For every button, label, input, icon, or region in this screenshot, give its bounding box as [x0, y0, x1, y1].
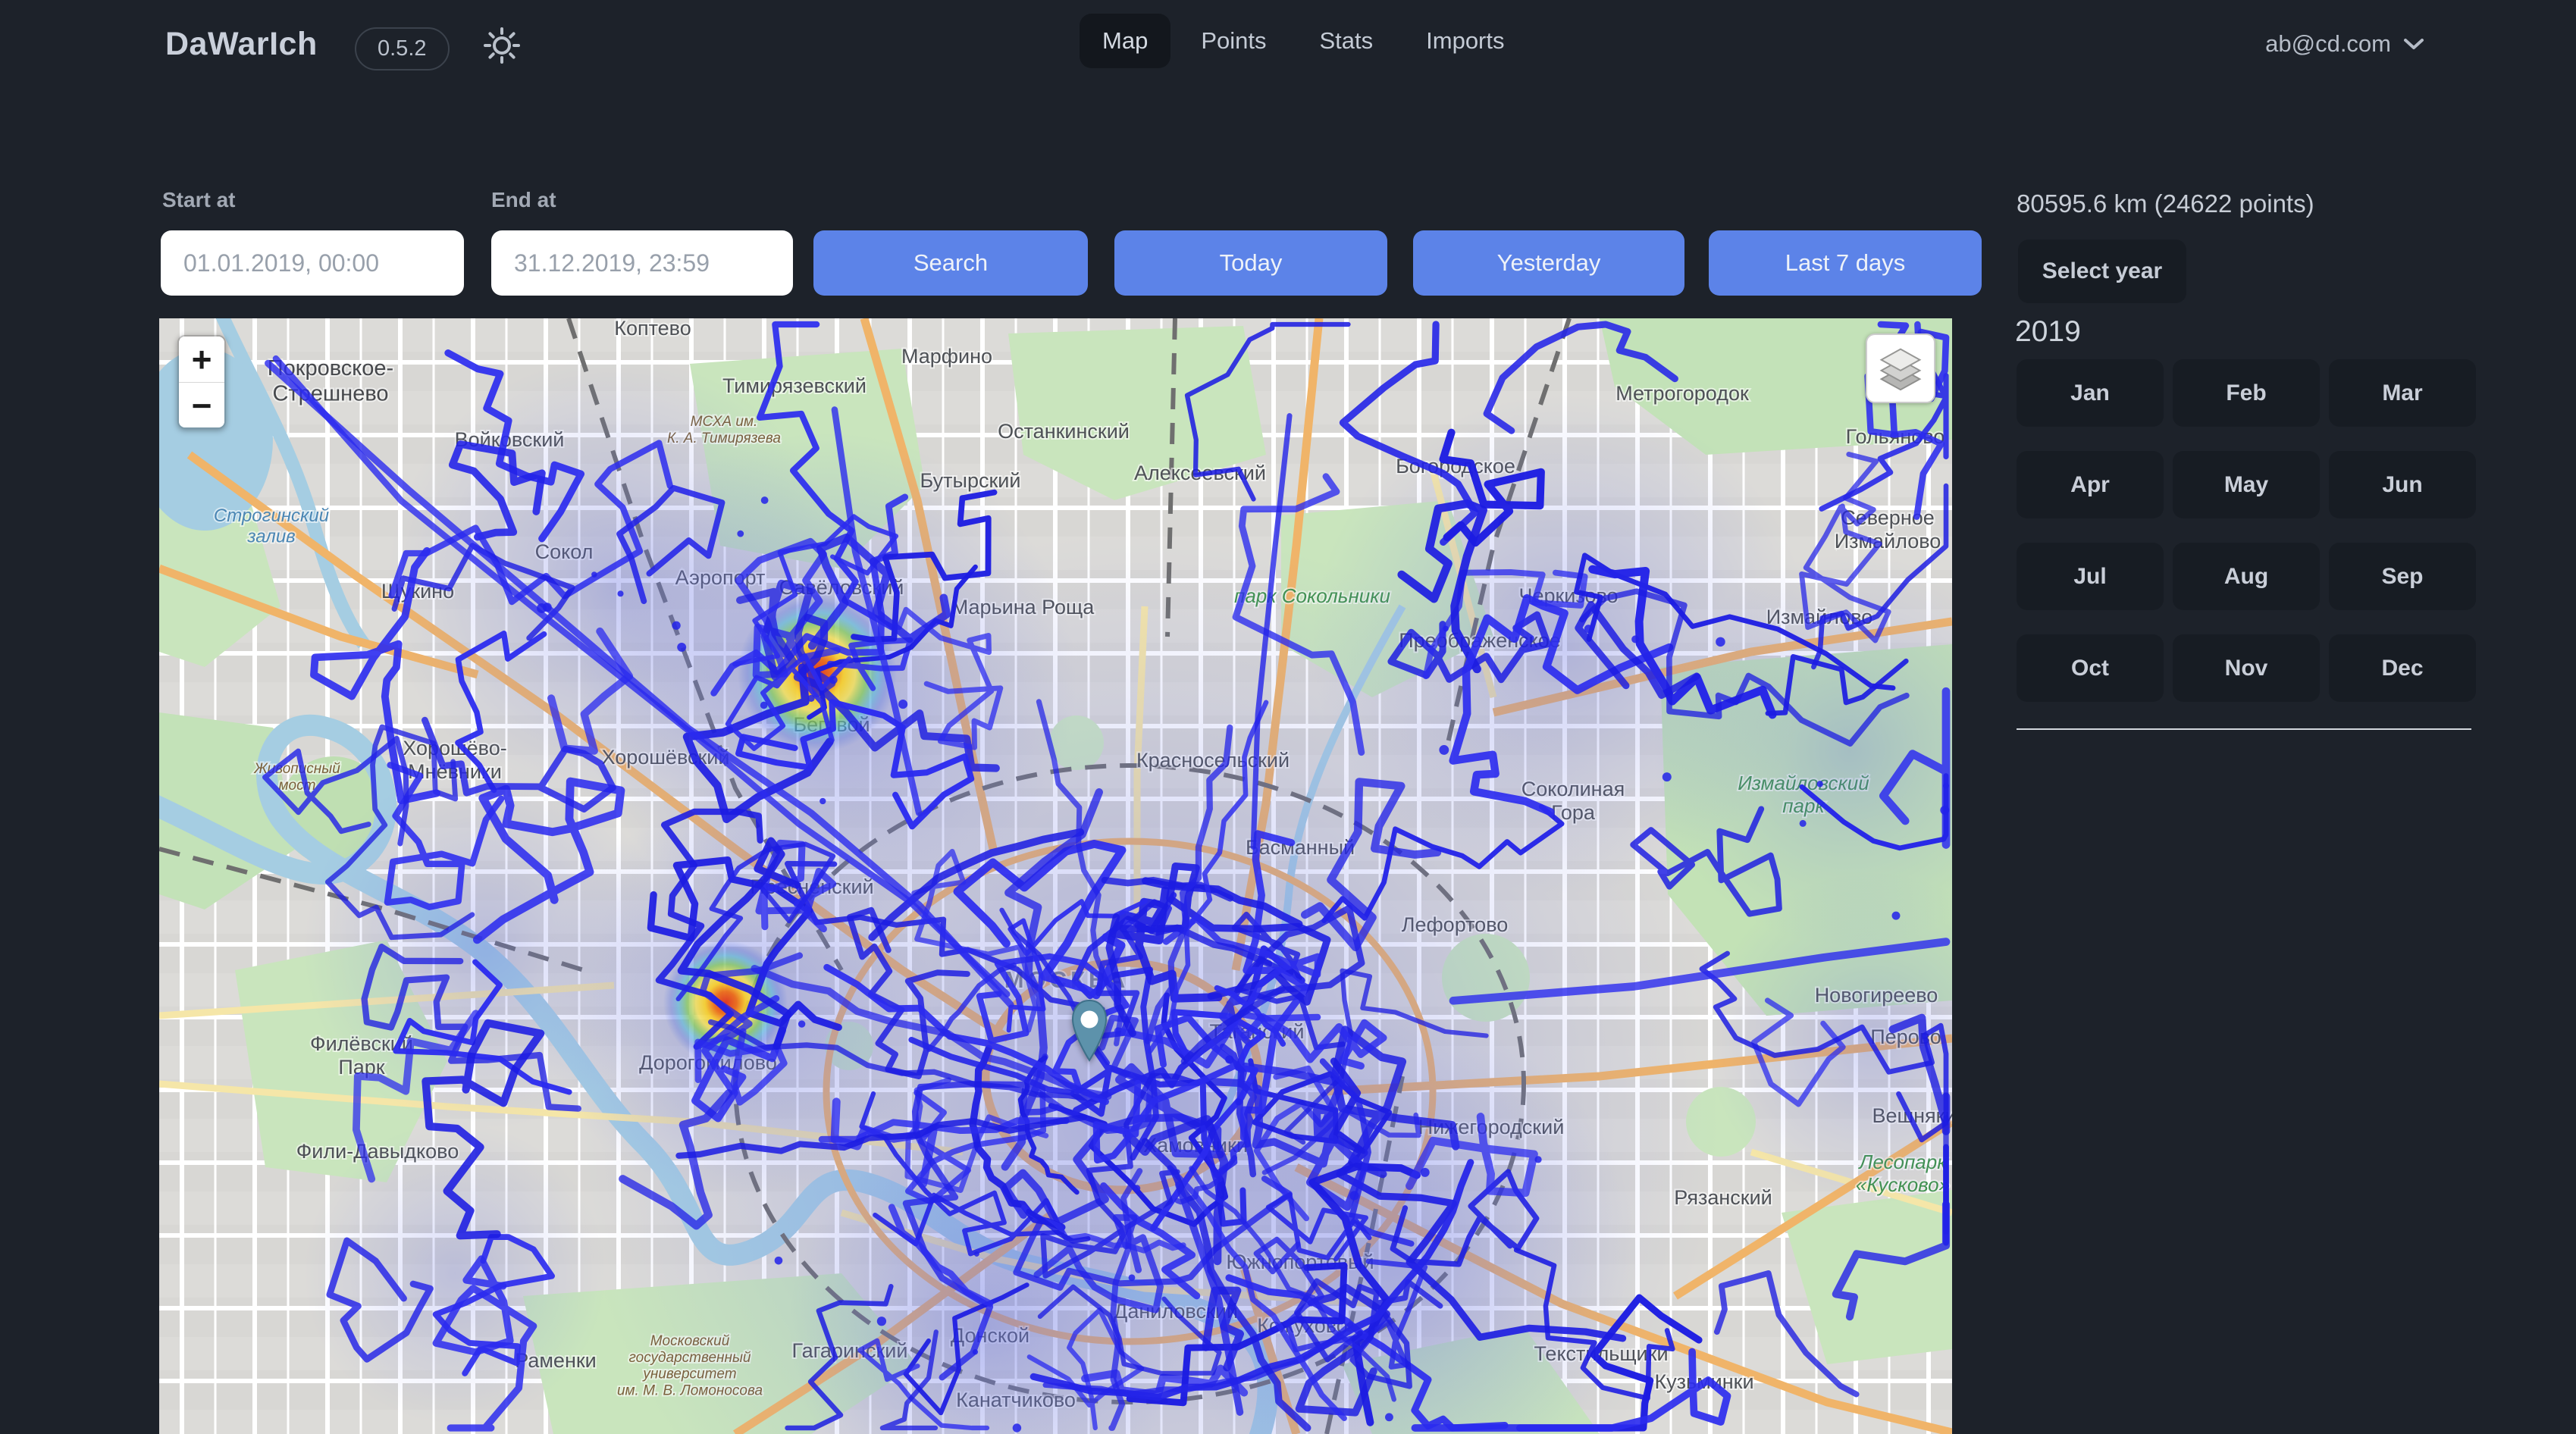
distance-stats: 80595.6 km (24622 points): [2017, 189, 2314, 218]
version-badge: 0.5.2: [355, 27, 450, 70]
theme-toggle-sun-icon[interactable]: [481, 24, 523, 67]
map-zoom-control: + −: [177, 335, 226, 429]
end-at-input[interactable]: [491, 230, 793, 296]
layers-icon: [1877, 345, 1924, 392]
year-heading: 2019: [2015, 315, 2081, 349]
month-apr-button[interactable]: Apr: [2017, 451, 2164, 518]
tab-points[interactable]: Points: [1178, 14, 1289, 68]
today-button[interactable]: Today: [1114, 230, 1387, 296]
month-jul-button[interactable]: Jul: [2017, 543, 2164, 610]
map-label: Тимирязевский: [722, 374, 867, 397]
map-label: Коптево: [614, 318, 691, 340]
map-label: Останкинский: [998, 420, 1130, 443]
sidebar-divider: [2017, 728, 2471, 730]
map-pin-icon[interactable]: [1070, 999, 1108, 1063]
month-feb-button[interactable]: Feb: [2173, 359, 2320, 427]
end-at-label: End at: [491, 188, 556, 212]
search-button[interactable]: Search: [813, 230, 1088, 296]
yesterday-button[interactable]: Yesterday: [1413, 230, 1684, 296]
month-jun-button[interactable]: Jun: [2329, 451, 2476, 518]
map[interactable]: КоптевоПокровское-СтрешневоТимирязевский…: [159, 318, 1952, 1434]
app-logo: DaWarIch: [165, 26, 318, 63]
month-dec-button[interactable]: Dec: [2329, 634, 2476, 702]
month-nov-button[interactable]: Nov: [2173, 634, 2320, 702]
user-menu[interactable]: ab@cd.com: [2265, 30, 2424, 58]
app: DaWarIch 0.5.2 MapPointsStatsImports ab@…: [0, 0, 2576, 1434]
start-at-input[interactable]: [161, 230, 464, 296]
month-grid: JanFebMar AprMayJun JulAugSep OctNovDec: [2017, 359, 2476, 702]
month-mar-button[interactable]: Mar: [2329, 359, 2476, 427]
tab-stats[interactable]: Stats: [1296, 14, 1396, 68]
zoom-in-button[interactable]: +: [179, 337, 224, 382]
layers-control[interactable]: [1866, 333, 1935, 403]
month-may-button[interactable]: May: [2173, 451, 2320, 518]
start-at-label: Start at: [162, 188, 235, 212]
tab-imports[interactable]: Imports: [1403, 14, 1527, 68]
month-oct-button[interactable]: Oct: [2017, 634, 2164, 702]
main-nav: MapPointsStatsImports: [1080, 14, 1528, 68]
chevron-down-icon: [2403, 37, 2424, 51]
map-label: Марфино: [901, 345, 992, 368]
map-label: Метрогородок: [1615, 382, 1749, 405]
tab-map[interactable]: Map: [1080, 14, 1170, 68]
month-aug-button[interactable]: Aug: [2173, 543, 2320, 610]
month-jan-button[interactable]: Jan: [2017, 359, 2164, 427]
last-7-days-button[interactable]: Last 7 days: [1709, 230, 1982, 296]
zoom-out-button[interactable]: −: [179, 382, 224, 427]
select-year-button[interactable]: Select year: [2018, 240, 2186, 303]
month-sep-button[interactable]: Sep: [2329, 543, 2476, 610]
user-email: ab@cd.com: [2265, 30, 2391, 58]
